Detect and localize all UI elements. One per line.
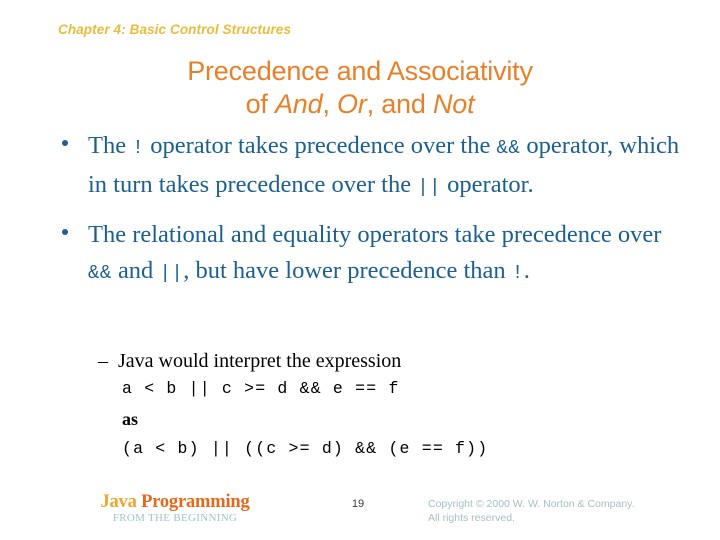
code-expression-parenthesized: (a < b) || ((c >= d) && (e == f))	[122, 439, 489, 458]
slide-footer: Java Programming FROM THE BEGINNING 19 C…	[0, 488, 720, 540]
title-line-2-prefix: of	[245, 89, 275, 119]
as-label: as	[122, 409, 139, 429]
slide-body: The ! operator takes precedence over the…	[0, 128, 720, 303]
presentation-slide: Chapter 4: Basic Control Structures Prec…	[0, 0, 720, 540]
title-sep-1: ,	[322, 89, 338, 119]
bullet-1-text-b: operator takes precedence over the	[144, 132, 497, 159]
operator-not-token: !	[511, 261, 524, 284]
title-keyword-or: Or	[337, 89, 367, 119]
bullet-item-1: The ! operator takes precedence over the…	[0, 128, 720, 205]
copyright-notice: Copyright © 2000 W. W. Norton & Company.…	[428, 498, 635, 525]
chapter-header: Chapter 4: Basic Control Structures	[58, 22, 292, 37]
copyright-line-2: All rights reserved.	[428, 511, 515, 524]
bullet-2-text-c: , but have lower precedence than	[183, 256, 512, 284]
bullet-2-text-d: .	[523, 256, 530, 284]
slide-title: Precedence and Associativity of And, Or,…	[0, 55, 720, 121]
bullet-2-text-a: The relational and equality operators ta…	[88, 221, 662, 248]
operator-or-token: ||	[159, 261, 184, 284]
title-line-1: Precedence and Associativity	[187, 56, 533, 86]
title-line-2: of And, Or, and Not	[0, 88, 720, 121]
logo-word-java: Java	[100, 492, 137, 512]
operator-or-token: ||	[417, 175, 442, 198]
operator-and-token: &&	[496, 137, 521, 159]
bullet-dot-icon	[62, 140, 68, 146]
bullet-text-1: The ! operator takes precedence over the…	[88, 128, 680, 205]
page-number: 19	[351, 498, 365, 510]
bullet-item-2: The relational and equality operators ta…	[0, 217, 720, 291]
title-keyword-not: Not	[433, 89, 475, 119]
copyright-line-1: Copyright © 2000 W. W. Norton & Company.	[428, 498, 635, 510]
logo-word-programming: Programming	[141, 492, 250, 512]
operator-not-token: !	[132, 137, 145, 159]
sub-bullet-intro-text: Java would interpret the expression	[118, 350, 402, 372]
title-sep-2: , and	[366, 89, 433, 119]
bullet-1-text-d: operator.	[441, 170, 534, 198]
java-programming-logo: Java Programming FROM THE BEGINNING	[60, 492, 290, 525]
operator-and-token: &&	[88, 261, 112, 284]
sub-bullet-block: – Java would interpret the expression a …	[0, 348, 720, 464]
bullet-2-text-b: and	[111, 256, 160, 284]
sub-bullet-intro-line: – Java would interpret the expression	[0, 348, 720, 374]
logo-subtitle: FROM THE BEGINNING	[112, 512, 238, 524]
en-dash-icon: –	[98, 350, 108, 372]
bullet-1-text-a: The	[88, 132, 133, 159]
logo-title: Java Programming	[60, 492, 290, 512]
code-expression-original: a < b || c >= d && e == f	[122, 379, 400, 398]
title-keyword-and: And	[274, 89, 323, 119]
bullet-dot-icon	[62, 229, 68, 235]
bullet-text-2: The relational and equality operators ta…	[88, 217, 680, 291]
